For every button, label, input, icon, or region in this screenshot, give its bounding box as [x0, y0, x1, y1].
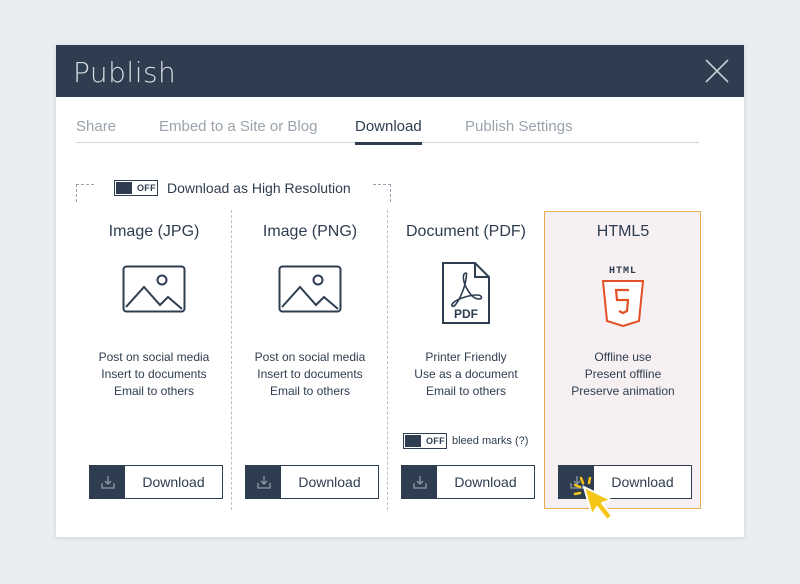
toggle-state: OFF [137, 183, 156, 193]
download-jpg-button[interactable]: Download [89, 465, 223, 499]
toggle-knob [116, 182, 132, 194]
download-label: Download [454, 474, 517, 490]
description-line: Insert to documents [257, 367, 363, 381]
pointer-cursor-icon [573, 476, 613, 521]
download-option-html5: HTML5 HTML Offline use Present offline P… [545, 213, 701, 509]
dialog-title: Publish [73, 56, 177, 89]
option-description: Offline use Present offline Preserve ani… [545, 349, 701, 400]
tab-download[interactable]: Download [355, 118, 422, 145]
tab-bar: Share Embed to a Site or Blog Download P… [76, 105, 699, 145]
download-option-png: Image (PNG) Post on social media Insert … [232, 213, 388, 509]
description-line: Use as a document [414, 367, 518, 381]
html5-icon-text: HTML [609, 266, 637, 277]
bleed-marks-label[interactable]: bleed marks (?) [452, 435, 528, 447]
pdf-document-icon: PDF [442, 262, 490, 324]
toggle-state: OFF [426, 436, 445, 446]
close-icon[interactable] [704, 58, 730, 84]
publish-dialog: Publish Share Embed to a Site or Blog Do… [56, 45, 744, 537]
description-line: Email to others [269, 384, 351, 398]
image-icon [278, 265, 342, 313]
download-icon-box [90, 466, 125, 498]
description-line: Post on social media [98, 350, 210, 364]
description-line: Email to others [113, 384, 195, 398]
description-line: Post on social media [254, 350, 366, 364]
toggle-knob [405, 435, 421, 447]
high-resolution-label: Download as High Resolution [167, 180, 351, 196]
image-icon [122, 265, 186, 313]
pdf-icon-text: PDF [454, 307, 478, 321]
option-title: Document (PDF) [405, 223, 527, 240]
description-line: Email to others [425, 384, 507, 398]
high-resolution-option: OFF Download as High Resolution [76, 180, 391, 204]
download-option-jpg: Image (JPG) Post on social media Insert … [76, 213, 232, 509]
download-label: Download [142, 474, 205, 490]
description-line: Offline use [594, 350, 652, 364]
description-line: Insert to documents [101, 367, 207, 381]
description-line: Present offline [584, 367, 662, 381]
bracket-decoration-left [76, 184, 94, 202]
description-line: Preserve animation [571, 384, 675, 398]
option-description: Post on social media Insert to documents… [232, 349, 388, 400]
bleed-marks-toggle[interactable]: OFF [403, 433, 447, 449]
option-description: Printer Friendly Use as a document Email… [388, 349, 544, 400]
option-title: Image (JPG) [108, 223, 200, 240]
dialog-titlebar: Publish [56, 45, 744, 97]
download-icon [100, 476, 115, 489]
download-label: Download [298, 474, 361, 490]
tab-embed[interactable]: Embed to a Site or Blog [159, 118, 317, 135]
bracket-decoration-right [373, 184, 391, 202]
download-option-pdf: Document (PDF) PDF Printer Friendly Use … [388, 213, 544, 509]
option-description: Post on social media Insert to documents… [76, 349, 232, 400]
tab-share[interactable]: Share [76, 118, 116, 135]
description-line: Printer Friendly [425, 350, 507, 364]
download-pdf-button[interactable]: Download [401, 465, 535, 499]
download-icon-box [402, 466, 437, 498]
html5-icon: HTML [601, 266, 645, 327]
option-title: Image (PNG) [262, 223, 358, 240]
high-resolution-toggle[interactable]: OFF [114, 180, 158, 196]
option-title: HTML5 [596, 223, 650, 240]
tab-publish-settings[interactable]: Publish Settings [465, 118, 573, 135]
download-icon [412, 476, 427, 489]
download-png-button[interactable]: Download [245, 465, 379, 499]
download-icon-box [246, 466, 281, 498]
bleed-marks-option: OFF bleed marks (?) [403, 433, 553, 451]
download-icon [256, 476, 271, 489]
